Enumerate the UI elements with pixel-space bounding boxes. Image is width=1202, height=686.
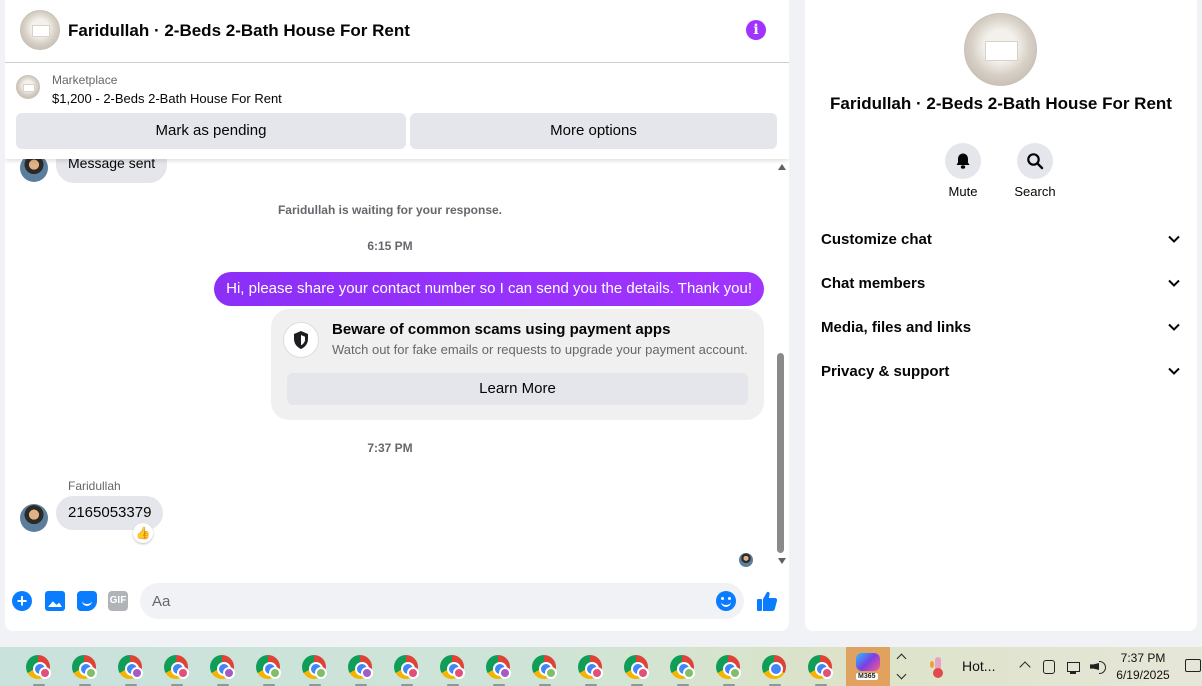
scam-warning-card: Beware of common scams using payment app… <box>271 309 764 420</box>
marketplace-bar: Marketplace $1,200 - 2-Beds 2-Bath House… <box>5 63 789 159</box>
section-label: Chat members <box>821 275 926 292</box>
scroll-down-arrow-icon[interactable] <box>778 558 786 564</box>
chrome-icon[interactable] <box>347 653 375 686</box>
mark-as-pending-button[interactable]: Mark as pending <box>16 113 406 149</box>
outgoing-message-bubble[interactable]: Hi, please share your contact number so … <box>214 272 764 306</box>
chrome-icon[interactable] <box>393 653 421 686</box>
chrome-icon[interactable] <box>715 653 743 686</box>
thumbs-up-reaction-icon[interactable]: 👍 <box>133 523 153 543</box>
photo-icon[interactable] <box>45 591 65 611</box>
info-icon[interactable]: i <box>746 20 766 40</box>
clock-date: 6/19/2025 <box>1116 668 1170 682</box>
chrome-icon[interactable] <box>485 653 513 686</box>
listing-avatar[interactable] <box>20 10 60 50</box>
chrome-icon[interactable] <box>761 653 789 686</box>
chrome-icon[interactable] <box>301 653 329 686</box>
sender-name: Faridullah <box>68 479 121 493</box>
waiting-notice: Faridullah is waiting for your response. <box>277 203 503 217</box>
mute-label: Mute <box>948 184 978 199</box>
section-privacy-support[interactable]: Privacy & support <box>805 350 1197 394</box>
search-label: Search <box>1014 184 1056 199</box>
chrome-icon[interactable] <box>669 653 697 686</box>
chrome-icon[interactable] <box>623 653 651 686</box>
notification-icon[interactable] <box>1185 659 1201 672</box>
plus-icon[interactable]: + <box>12 591 32 611</box>
weather-text[interactable]: Hot... <box>962 658 995 674</box>
section-media-files-links[interactable]: Media, files and links <box>805 306 1197 350</box>
timestamp: 6:15 PM <box>367 239 413 253</box>
chrome-icon[interactable] <box>209 653 237 686</box>
message-input[interactable] <box>140 583 744 619</box>
scam-warning-title: Beware of common scams using payment app… <box>332 321 671 338</box>
chat-panel: Faridullah · 2-Beds 2-Bath House For Ren… <box>5 0 789 631</box>
section-label: Customize chat <box>821 231 932 248</box>
search-icon[interactable] <box>1017 143 1053 179</box>
section-label: Privacy & support <box>821 363 950 380</box>
sender-avatar[interactable] <box>20 504 48 532</box>
conversation-info-panel: Faridullah · 2-Beds 2-Bath House For Ren… <box>805 0 1197 631</box>
chevron-down-icon[interactable] <box>896 669 907 680</box>
meet-icon[interactable] <box>1043 660 1055 674</box>
chat-header: Faridullah · 2-Beds 2-Bath House For Ren… <box>5 0 789 63</box>
chevron-down-icon <box>1168 367 1180 375</box>
section-customize-chat[interactable]: Customize chat <box>805 218 1197 262</box>
search-button[interactable]: Search <box>1005 143 1065 199</box>
listing-title[interactable]: $1,200 - 2-Beds 2-Bath House For Rent <box>52 91 282 106</box>
info-panel-title: Faridullah · 2-Beds 2-Bath House For Ren… <box>830 94 1172 113</box>
chrome-icon[interactable] <box>439 653 467 686</box>
sender-avatar[interactable] <box>20 159 48 182</box>
previous-message-bubble[interactable]: Message sent <box>56 159 168 183</box>
scam-warning-subtitle: Watch out for fake emails or requests to… <box>332 342 748 357</box>
volume-icon[interactable] <box>1090 659 1106 675</box>
scroll-thumb[interactable] <box>777 353 784 553</box>
show-hidden-icons-icon[interactable] <box>1019 661 1031 673</box>
taskbar-clock[interactable]: 7:37 PM 6/19/2025 <box>1112 650 1174 684</box>
listing-thumbnail[interactable] <box>16 75 40 99</box>
thread-scrollbar[interactable] <box>775 159 789 569</box>
network-icon[interactable] <box>1066 659 1082 675</box>
chrome-icon[interactable] <box>531 653 559 686</box>
chrome-icon[interactable] <box>25 653 53 686</box>
listing-avatar-large[interactable] <box>964 13 1037 86</box>
gif-icon[interactable]: GIF <box>108 591 128 611</box>
chrome-icon[interactable] <box>577 653 605 686</box>
timestamp: 7:37 PM <box>367 441 413 455</box>
thermometer-icon[interactable] <box>930 657 946 678</box>
emoji-icon[interactable] <box>716 591 736 611</box>
scroll-up-arrow-icon[interactable] <box>778 164 786 170</box>
message-composer: + GIF <box>5 575 789 625</box>
chrome-icon[interactable] <box>807 653 835 686</box>
chevron-down-icon <box>1168 279 1180 287</box>
chevron-up-icon[interactable] <box>896 653 907 664</box>
m365-label: M365 <box>856 673 878 680</box>
chat-title[interactable]: Faridullah · 2-Beds 2-Bath House For Ren… <box>68 21 410 41</box>
chevron-down-icon <box>1168 323 1180 331</box>
section-chat-members[interactable]: Chat members <box>805 262 1197 306</box>
shield-icon <box>283 322 319 358</box>
more-options-button[interactable]: More options <box>410 113 777 149</box>
chrome-icon[interactable] <box>163 653 191 686</box>
thumbs-up-send-icon[interactable] <box>755 589 779 613</box>
taskbar-overflow-arrows[interactable] <box>896 649 908 685</box>
marketplace-label: Marketplace <box>52 73 118 87</box>
message-thread[interactable]: Message sent Faridullah is waiting for y… <box>5 159 775 569</box>
chrome-icon[interactable] <box>117 653 145 686</box>
bell-icon[interactable] <box>945 143 981 179</box>
learn-more-button[interactable]: Learn More <box>287 373 748 405</box>
sticker-icon[interactable] <box>77 591 97 611</box>
chevron-down-icon <box>1168 235 1180 243</box>
chrome-icon[interactable] <box>71 653 99 686</box>
m365-logo-icon <box>856 653 880 671</box>
section-label: Media, files and links <box>821 319 972 336</box>
windows-taskbar: M365 Hot... 7:37 PM 6/19/2025 <box>0 647 1202 686</box>
clock-time: 7:37 PM <box>1120 651 1166 665</box>
m365-app-icon[interactable]: M365 <box>846 647 890 686</box>
mute-button[interactable]: Mute <box>933 143 993 199</box>
chrome-icon[interactable] <box>255 653 283 686</box>
seen-receipt-avatar <box>739 553 753 567</box>
